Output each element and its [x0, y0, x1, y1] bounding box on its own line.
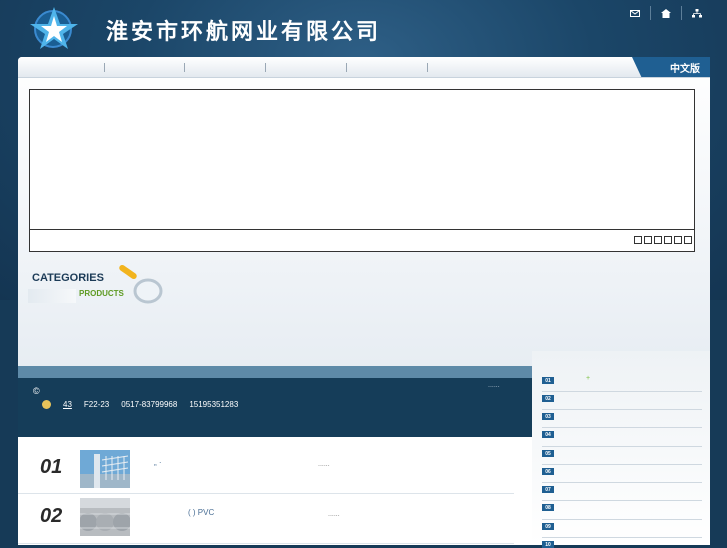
- sidebar-number-06[interactable]: 06: [542, 468, 554, 475]
- list-item-number: 01: [40, 456, 63, 478]
- product-thumbnail[interactable]: [80, 498, 130, 536]
- footer-more-dots[interactable]: ......: [488, 382, 500, 389]
- top-icon-bar: [620, 6, 712, 20]
- sidebar-number-08[interactable]: 08: [542, 504, 554, 511]
- banner-page-dot[interactable]: [674, 236, 682, 244]
- sidebar-plus-icon: +: [586, 375, 591, 382]
- list-item-more[interactable]: ......: [328, 511, 340, 518]
- sidebar-divider: [542, 464, 702, 465]
- banner-slideshow[interactable]: [29, 89, 695, 252]
- banner-divider: [30, 229, 694, 230]
- sidebar-divider: [542, 500, 702, 501]
- mobile-number: 15195351283: [189, 400, 239, 409]
- sidebar-number-03[interactable]: 03: [542, 413, 554, 420]
- sidebar-number-09[interactable]: 09: [542, 523, 554, 530]
- nav-separator: [265, 63, 266, 72]
- home-icon[interactable]: [650, 6, 681, 20]
- product-thumbnail[interactable]: [80, 450, 130, 488]
- nav-separator: [427, 63, 428, 72]
- copyright-symbol: ©: [33, 386, 40, 396]
- company-logo-icon[interactable]: [30, 4, 82, 50]
- nav-separator: [184, 63, 185, 72]
- address-number: 43: [63, 400, 72, 409]
- sidebar-number-01[interactable]: 01: [542, 377, 554, 384]
- sidebar-number-05[interactable]: 05: [542, 450, 554, 457]
- magnifier-icon: [119, 264, 163, 304]
- banner-page-dot[interactable]: [654, 236, 662, 244]
- sidebar-divider: [542, 446, 702, 447]
- sidebar-number-02[interactable]: 02: [542, 395, 554, 402]
- banner-page-dot[interactable]: [644, 236, 652, 244]
- mail-icon[interactable]: [620, 6, 650, 20]
- categories-bar: [28, 289, 76, 303]
- nav-separator: [104, 63, 105, 72]
- list-item[interactable]: 01 „ · ......: [18, 443, 514, 494]
- sidebar-divider: [542, 391, 702, 392]
- language-tab[interactable]: 中文版: [632, 57, 710, 77]
- sidebar-divider: [542, 409, 702, 410]
- sidebar-divider: [542, 537, 702, 538]
- categories-title: CATEGORIES: [32, 272, 104, 284]
- main-nav: [18, 57, 710, 78]
- news-sidebar: 01 02 03 04 05 06 07 08 09 10: [532, 351, 710, 548]
- phone-number: 0517-83799968: [121, 400, 178, 409]
- sidebar-divider: [542, 519, 702, 520]
- sidebar-number-07[interactable]: 07: [542, 486, 554, 493]
- sidebar-divider: [542, 482, 702, 483]
- list-item[interactable]: 02 ( ) PVC ......: [18, 493, 514, 544]
- company-name: 淮安市环航网业有限公司: [106, 20, 382, 45]
- sidebar-divider: [542, 427, 702, 428]
- list-item-more[interactable]: ......: [318, 461, 330, 468]
- list-item-title[interactable]: ( ) PVC: [188, 508, 214, 517]
- footer-top-strip: [18, 366, 532, 378]
- sitemap-icon[interactable]: [681, 6, 712, 20]
- banner-pager: [634, 236, 692, 244]
- list-item-number: 02: [40, 505, 63, 527]
- nav-separator: [346, 63, 347, 72]
- banner-page-dot[interactable]: [684, 236, 692, 244]
- address-unit: F22-23: [83, 400, 110, 409]
- banner-page-dot[interactable]: [634, 236, 642, 244]
- sidebar-number-04[interactable]: 04: [542, 431, 554, 438]
- list-item-title[interactable]: „ ·: [154, 458, 162, 467]
- location-icon: [42, 400, 51, 409]
- footer-contact-info: 43 F22-23 0517-83799968 15195351283: [42, 400, 238, 409]
- banner-page-dot[interactable]: [664, 236, 672, 244]
